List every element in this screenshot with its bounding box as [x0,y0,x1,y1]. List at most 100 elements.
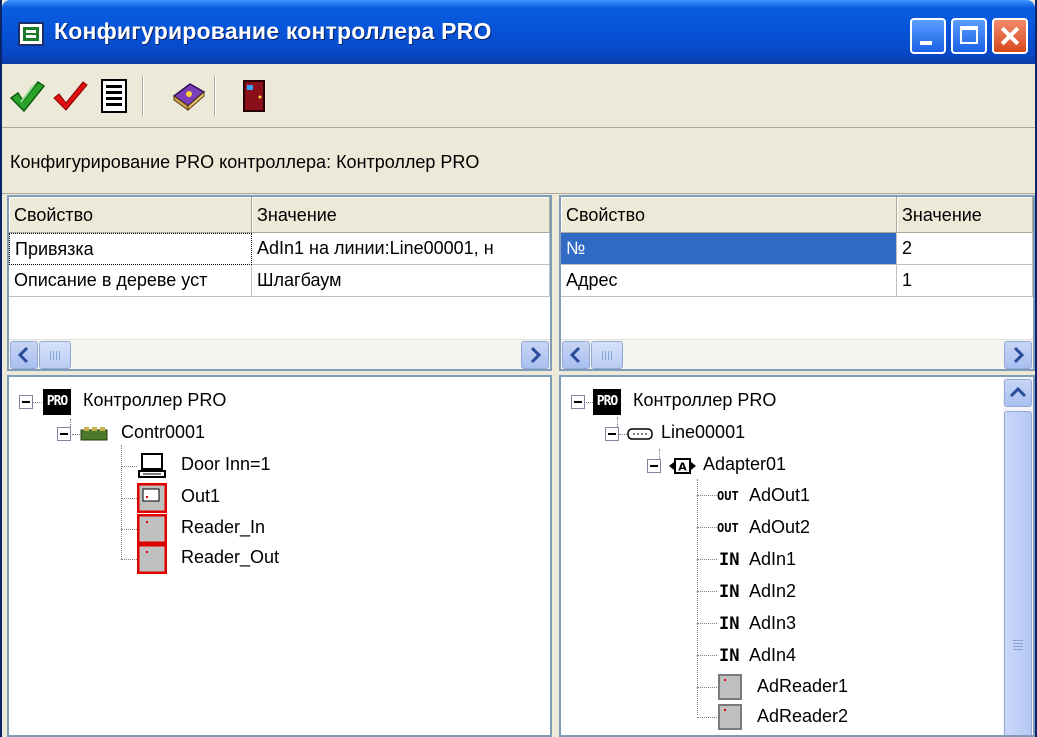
card-reader-icon [717,703,743,731]
property-cell[interactable]: Описание в дереве уст [9,265,252,297]
tree-line [121,498,137,499]
tree-node-label: AdOut1 [749,485,811,505]
scroll-up-button[interactable] [1004,379,1032,407]
title-bar[interactable]: Конфигурирование контроллера PRO [2,0,1035,64]
grid-header: Свойство Значение [9,197,550,233]
tree-node-label: AdReader2 [757,706,849,726]
tree-node-adout[interactable]: OUT AdOut2 [717,514,997,544]
minimize-button[interactable] [910,18,946,54]
tree-node-reader[interactable]: Reader_In [137,514,437,544]
tree-node-label: Reader_In [181,517,266,537]
tree-node-label: AdIn2 [749,581,797,601]
tree-node-adin[interactable]: IN AdIn3 [717,610,997,640]
tree-node-label: Line00001 [661,422,746,442]
app-icon [18,22,44,46]
property-cell[interactable]: № [561,233,897,265]
grid-header: Свойство Значение [561,197,1033,233]
scroll-left-button[interactable] [562,341,590,369]
tree-line [121,559,137,560]
tree-line [697,655,717,656]
close-button[interactable] [992,18,1028,54]
input-badge-icon: IN [719,550,740,570]
column-header-property[interactable]: Свойство [9,197,252,233]
tree-line [121,529,137,530]
caption-bar: Конфигурирование PRO контроллера: Контро… [2,129,1035,194]
value-cell[interactable]: 2 [897,233,1033,265]
tree-node-adin[interactable]: IN AdIn2 [717,578,997,608]
list-document-icon [101,79,127,113]
collapse-toggle[interactable] [19,395,33,409]
table-row[interactable]: № 2 [561,233,1033,265]
minimize-icon [920,41,932,45]
vertical-scrollbar[interactable] [1003,377,1033,735]
column-header-value[interactable]: Значение [252,197,550,233]
save-all-button[interactable] [8,76,48,116]
toolbar-separator [214,76,216,116]
collapse-toggle[interactable] [605,427,619,441]
scroll-right-button[interactable] [1004,341,1032,369]
table-row[interactable]: Описание в дереве уст Шлагбаум [9,265,550,297]
tree-node-adout[interactable]: OUT AdOut1 [717,482,997,512]
help-book-icon [172,83,206,112]
value-cell[interactable]: AdIn1 на линии:Line00001, н [252,233,550,265]
input-badge-icon: IN [719,614,740,634]
tree-node-output[interactable]: Out1 [137,483,437,513]
output-badge-icon: OUT [717,521,739,535]
maximize-button[interactable] [951,18,987,54]
chevron-up-icon [1009,386,1027,398]
value-cell[interactable]: Шлагбаум [252,265,550,297]
horizontal-scrollbar[interactable] [561,339,1033,369]
right-device-tree[interactable]: PRO Контроллер PRO Line00001 A Adapter01… [559,375,1035,737]
right-property-grid[interactable]: Свойство Значение № 2 Адрес 1 [559,195,1035,371]
tree-node-adin[interactable]: IN AdIn4 [717,642,997,672]
collapse-toggle[interactable] [57,427,71,441]
tree-line [697,687,717,688]
left-property-grid[interactable]: Свойство Значение Привязка AdIn1 на лини… [7,195,552,371]
collapse-toggle[interactable] [571,395,585,409]
tree-node-adreader[interactable]: AdReader2 [717,703,997,733]
toolbar [2,64,1035,128]
tree-node-reader[interactable]: Reader_Out [137,544,437,574]
value-cell[interactable]: 1 [897,265,1033,297]
tree-node-line[interactable]: Line00001 [605,419,905,449]
adapter-icon: A [667,451,697,481]
tree-node-adapter[interactable]: A Adapter01 [647,451,947,481]
tree-node-label: AdIn4 [749,645,797,665]
tree-node-label: AdIn3 [749,613,797,633]
toolbar-separator [142,76,144,116]
tree-node-root[interactable]: PRO Контроллер PRO [571,387,871,417]
tree-line [121,466,137,467]
table-row[interactable]: Привязка AdIn1 на линии:Line00001, н [9,233,550,265]
chevron-right-icon [530,346,542,364]
tree-node-adreader[interactable]: AdReader1 [717,673,997,703]
pro-controller-icon: PRO [593,389,621,415]
list-button[interactable] [94,76,134,116]
property-cell[interactable]: Адрес [561,265,897,297]
collapse-toggle[interactable] [647,459,661,473]
tree-node-root[interactable]: PRO Контроллер PRO [19,387,319,417]
exit-door-icon [243,80,265,112]
tree-line [697,591,717,592]
maximize-icon [960,26,978,44]
scroll-thumb[interactable] [591,341,623,369]
tree-node-label: Reader_Out [181,547,280,567]
horizontal-scrollbar[interactable] [9,339,550,369]
column-header-value[interactable]: Значение [897,197,1033,233]
left-device-tree[interactable]: PRO Контроллер PRO Contr0001 Door Inn=1 … [7,375,552,737]
scroll-right-button[interactable] [521,341,549,369]
column-header-property[interactable]: Свойство [561,197,897,233]
exit-button[interactable] [234,76,274,116]
property-cell[interactable]: Привязка [9,233,252,265]
scroll-thumb[interactable] [1004,411,1032,735]
tree-node-controller[interactable]: Contr0001 [57,419,357,449]
tree-node-door[interactable]: Door Inn=1 [137,451,437,481]
card-reader-icon [137,514,167,544]
scroll-left-button[interactable] [10,341,38,369]
tree-node-adin[interactable]: IN AdIn1 [717,546,997,576]
scroll-thumb[interactable] [39,341,71,369]
help-button[interactable] [168,76,208,116]
tree-node-label: Contr0001 [121,422,206,442]
table-row[interactable]: Адрес 1 [561,265,1033,297]
tree-line [697,559,717,560]
apply-button[interactable] [50,76,90,116]
